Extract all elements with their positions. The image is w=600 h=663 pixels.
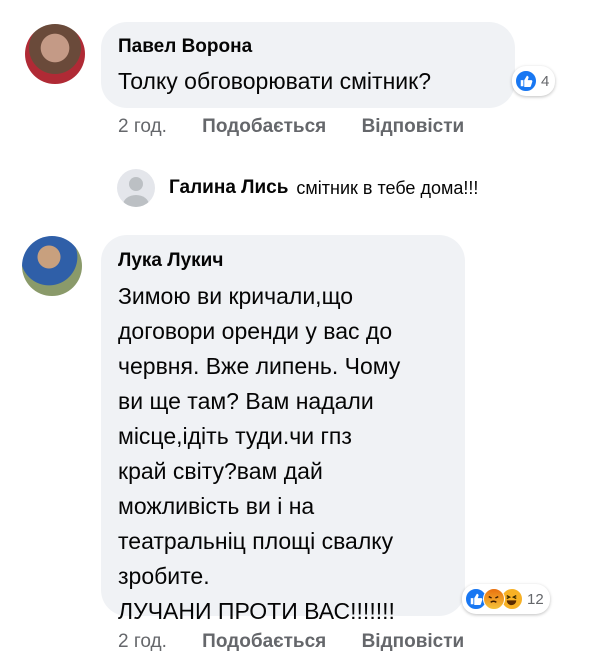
comment-line: зробите. — [118, 563, 210, 589]
reaction-count: 12 — [527, 590, 544, 608]
reply-button[interactable]: Відповісти — [362, 116, 465, 137]
comment-actions-luka: 2 год. Подобається Відповісти — [118, 631, 494, 653]
avatar-pavel[interactable] — [25, 24, 85, 84]
comment-time[interactable]: 2 год. — [118, 116, 167, 137]
reaction-count: 4 — [541, 72, 550, 90]
reply-text: смітник в тебе дома!!! — [296, 177, 479, 198]
comment-line: край світу?вам дай — [118, 458, 323, 484]
like-icon — [515, 70, 537, 92]
avatar-luka[interactable] — [22, 236, 82, 296]
comment-line: місце,ідіть туди.чи гпз — [118, 423, 352, 449]
default-avatar-icon — [117, 169, 155, 207]
comment-text: Зимою ви кричали,що договори оренди у ва… — [118, 279, 463, 629]
comment-line: ви ще там? Вам надали — [118, 388, 374, 414]
comment-line: червня. Вже липень. Чому — [118, 353, 401, 379]
reply-button[interactable]: Відповісти — [362, 631, 465, 652]
comment-bubble-pavel: Павел Ворона Толку обговорювати смітник? — [101, 22, 515, 108]
comment-line: можливість ви і на — [118, 493, 315, 519]
comment-line: договори оренди у вас до — [118, 318, 393, 344]
comment-text: Толку обговорювати смітник? — [118, 68, 431, 94]
comment-time[interactable]: 2 год. — [118, 631, 167, 652]
reaction-summary-luka[interactable]: 12 — [462, 584, 550, 614]
comment-author[interactable]: Павел Ворона — [118, 36, 252, 58]
reply-preview[interactable]: Галина Лись смітник в тебе дома!!! — [117, 169, 478, 207]
reaction-summary-pavel[interactable]: 4 — [512, 66, 556, 96]
comment-actions-pavel: 2 год. Подобається Відповісти — [118, 116, 494, 138]
like-button[interactable]: Подобається — [202, 116, 326, 137]
comment-line: театральніц площі свалку — [118, 528, 394, 554]
like-button[interactable]: Подобається — [202, 631, 326, 652]
reply-author[interactable]: Галина Лись — [169, 177, 288, 199]
comment-bubble-luka: Лука Лукич Зимою ви кричали,що договори … — [101, 235, 465, 624]
comment-line: ЛУЧАНИ ПРОТИ ВАС!!!!!!! — [118, 598, 395, 624]
comment-line: Зимою ви кричали,що — [118, 283, 354, 309]
comment-author[interactable]: Лука Лукич — [118, 250, 223, 272]
angry-icon — [483, 588, 505, 610]
